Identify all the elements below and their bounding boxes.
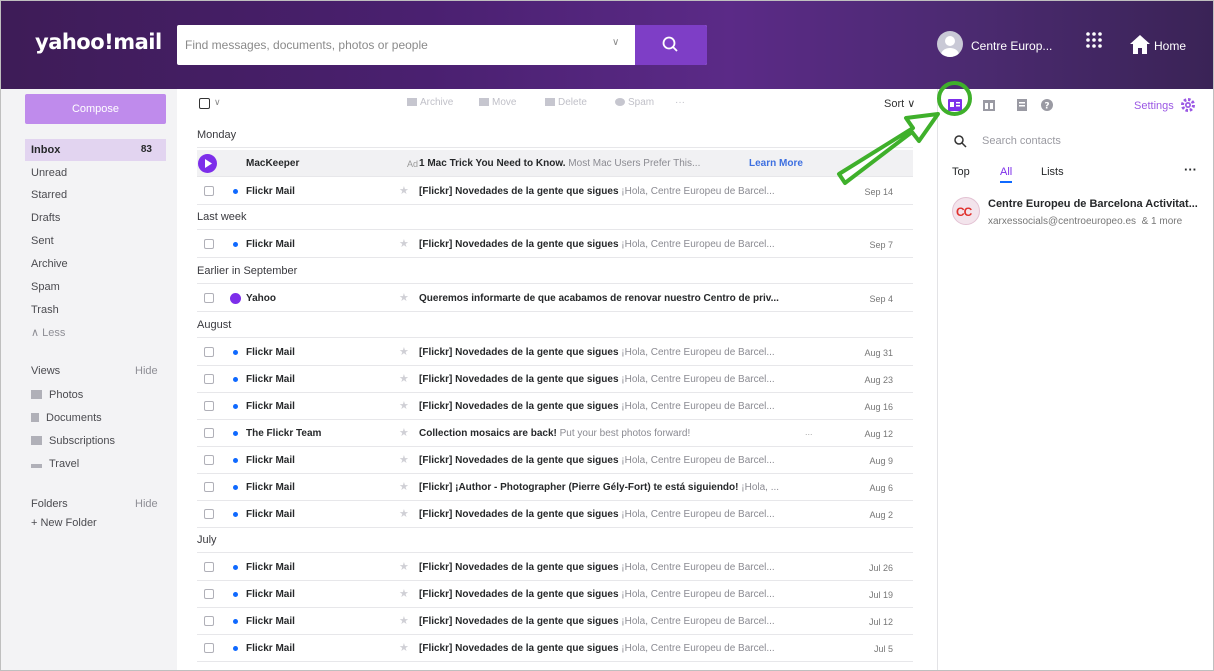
yahoo-mail-window: yahoo!mail Find messages, documents, pho… bbox=[0, 0, 1214, 671]
annotation-arrow-icon bbox=[837, 112, 940, 185]
